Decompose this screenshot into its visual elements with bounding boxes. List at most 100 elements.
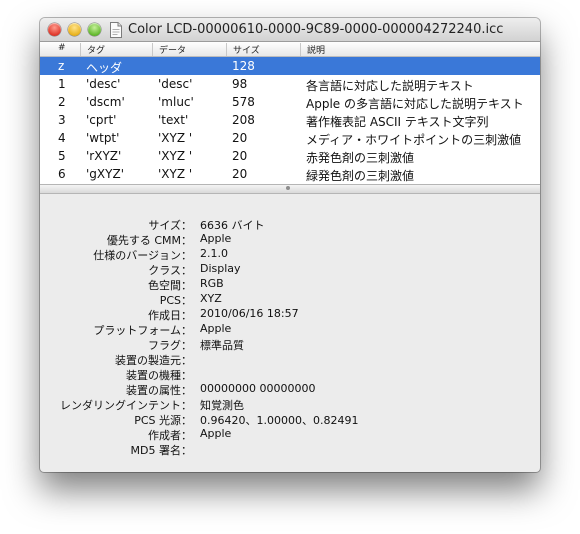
row-tag: 'gXYZ' xyxy=(86,167,124,181)
detail-label: 装置の属性： xyxy=(126,384,192,397)
title-bar[interactable]: Color LCD-00000610-0000-9C89-0000-000004… xyxy=(40,18,540,42)
row-number: 3 xyxy=(58,113,66,127)
column-header-size[interactable]: サイズ xyxy=(226,43,260,56)
column-header-number[interactable]: # xyxy=(52,43,66,56)
row-number: 2 xyxy=(58,95,66,109)
row-tag: 'dscm' xyxy=(86,95,125,109)
detail-label: 色空間： xyxy=(148,279,192,292)
detail-preferred-cmm: 優先する CMM： Apple xyxy=(40,232,540,247)
row-size: 20 xyxy=(232,131,248,145)
row-tag: 'desc' xyxy=(86,77,121,91)
row-number: 4 xyxy=(58,131,66,145)
detail-platform: プラットフォーム： Apple xyxy=(40,322,540,337)
row-data-type: 'XYZ ' xyxy=(158,131,193,145)
detail-md5-signature: MD5 署名： xyxy=(40,442,540,457)
detail-label: PCS 光源： xyxy=(134,414,192,427)
detail-pcs: PCS： XYZ xyxy=(40,292,540,307)
tag-table-header: # タグ データ サイズ 説明 xyxy=(40,42,540,57)
profile-window: Color LCD-00000610-0000-9C89-0000-000004… xyxy=(40,18,540,472)
detail-value: 2.1.0 xyxy=(200,247,228,260)
tag-table[interactable]: z ヘッダ 128 1 'desc' 'desc' 98 各言語に対応した説明テ… xyxy=(40,57,540,184)
split-view-divider[interactable] xyxy=(40,184,540,194)
row-number: 1 xyxy=(58,77,66,91)
detail-label: MD5 署名： xyxy=(130,444,192,457)
detail-spec-version: 仕様のバージョン： 2.1.0 xyxy=(40,247,540,262)
table-row[interactable]: 3 'cprt' 'text' 208 著作権表記 ASCII テキスト文字列 xyxy=(40,111,540,129)
row-tag: 'cprt' xyxy=(86,113,117,127)
detail-color-space: 色空間： RGB xyxy=(40,277,540,292)
row-description: 赤発色剤の三刺激値 xyxy=(306,151,415,165)
column-header-data[interactable]: データ xyxy=(152,43,186,56)
detail-label: プラットフォーム： xyxy=(93,324,192,337)
row-number: 5 xyxy=(58,149,66,163)
detail-value: RGB xyxy=(200,277,224,290)
column-header-description[interactable]: 説明 xyxy=(300,43,325,56)
detail-value: Apple xyxy=(200,322,232,335)
row-size: 20 xyxy=(232,149,248,163)
row-number: z xyxy=(58,59,65,73)
table-row[interactable]: 5 'rXYZ' 'XYZ ' 20 赤発色剤の三刺激値 xyxy=(40,147,540,165)
row-description: Apple の多言語に対応した説明テキスト xyxy=(306,97,524,111)
detail-label: 仕様のバージョン： xyxy=(93,249,192,262)
row-size: 98 xyxy=(232,77,248,91)
minimize-button[interactable] xyxy=(68,23,81,36)
detail-label: サイズ： xyxy=(148,219,192,232)
detail-device-manufacturer: 装置の製造元： xyxy=(40,352,540,367)
column-header-tag[interactable]: タグ xyxy=(80,43,105,56)
detail-value: XYZ xyxy=(200,292,222,305)
divider-handle-icon[interactable] xyxy=(286,186,290,190)
detail-pcs-illuminant: PCS 光源： 0.96420、1.00000、0.82491 xyxy=(40,412,540,427)
detail-label: フラグ： xyxy=(148,339,192,352)
detail-value: 0.96420、1.00000、0.82491 xyxy=(200,414,359,427)
detail-label: 装置の製造元： xyxy=(115,354,192,367)
detail-label: 優先する CMM： xyxy=(106,234,192,247)
detail-label: 装置の機種： xyxy=(126,369,192,382)
table-row[interactable]: 6 'gXYZ' 'XYZ ' 20 緑発色剤の三刺激値 xyxy=(40,165,540,183)
row-description: 緑発色剤の三刺激値 xyxy=(306,169,415,183)
row-size: 208 xyxy=(232,113,255,127)
detail-value: 2010/06/16 18:57 xyxy=(200,307,299,320)
detail-device-model: 装置の機種： xyxy=(40,367,540,382)
detail-device-attributes: 装置の属性： 00000000 00000000 xyxy=(40,382,540,397)
row-data-type: 'desc' xyxy=(158,77,193,91)
row-size: 578 xyxy=(232,95,255,109)
row-size: 20 xyxy=(232,167,248,181)
row-description: 著作権表記 ASCII テキスト文字列 xyxy=(306,115,489,129)
detail-value: 標準品質 xyxy=(200,339,244,352)
table-row-header[interactable]: z ヘッダ 128 xyxy=(40,57,540,75)
document-icon xyxy=(110,22,122,38)
detail-value: 00000000 00000000 xyxy=(200,382,316,395)
detail-value: Display xyxy=(200,262,241,275)
zoom-button[interactable] xyxy=(88,23,101,36)
row-tag: 'rXYZ' xyxy=(86,149,122,163)
row-data-type: 'text' xyxy=(158,113,189,127)
table-row[interactable]: 4 'wtpt' 'XYZ ' 20 メディア・ホワイトポイントの三刺激値 xyxy=(40,129,540,147)
row-size: 128 xyxy=(232,59,255,73)
row-tag: ヘッダ xyxy=(86,61,123,75)
detail-size: サイズ： 6636 バイト xyxy=(40,217,540,232)
detail-rendering-intent: レンダリングインテント： 知覚測色 xyxy=(40,397,540,412)
row-tag: 'wtpt' xyxy=(86,131,120,145)
detail-created: 作成日： 2010/06/16 18:57 xyxy=(40,307,540,322)
detail-value: Apple xyxy=(200,427,232,440)
row-description: 各言語に対応した説明テキスト xyxy=(306,79,474,93)
close-button[interactable] xyxy=(48,23,61,36)
detail-label: PCS： xyxy=(159,294,192,307)
table-row[interactable]: 1 'desc' 'desc' 98 各言語に対応した説明テキスト xyxy=(40,75,540,93)
detail-creator: 作成者： Apple xyxy=(40,427,540,442)
profile-details-panel: サイズ： 6636 バイト 優先する CMM： Apple 仕様のバージョン： … xyxy=(40,194,540,472)
row-data-type: 'XYZ ' xyxy=(158,167,193,181)
row-number: 6 xyxy=(58,167,66,181)
detail-label: 作成日： xyxy=(148,309,192,322)
detail-class: クラス： Display xyxy=(40,262,540,277)
row-description: メディア・ホワイトポイントの三刺激値 xyxy=(306,133,522,147)
table-row[interactable]: 2 'dscm' 'mluc' 578 Apple の多言語に対応した説明テキス… xyxy=(40,93,540,111)
detail-value: 知覚測色 xyxy=(200,399,244,412)
detail-value: Apple xyxy=(200,232,232,245)
row-data-type: 'XYZ ' xyxy=(158,149,193,163)
window-title: Color LCD-00000610-0000-9C89-0000-000004… xyxy=(128,22,504,37)
row-data-type: 'mluc' xyxy=(158,95,194,109)
detail-label: レンダリングインテント： xyxy=(60,399,192,412)
detail-value: 6636 バイト xyxy=(200,219,265,232)
detail-label: 作成者： xyxy=(148,429,192,442)
